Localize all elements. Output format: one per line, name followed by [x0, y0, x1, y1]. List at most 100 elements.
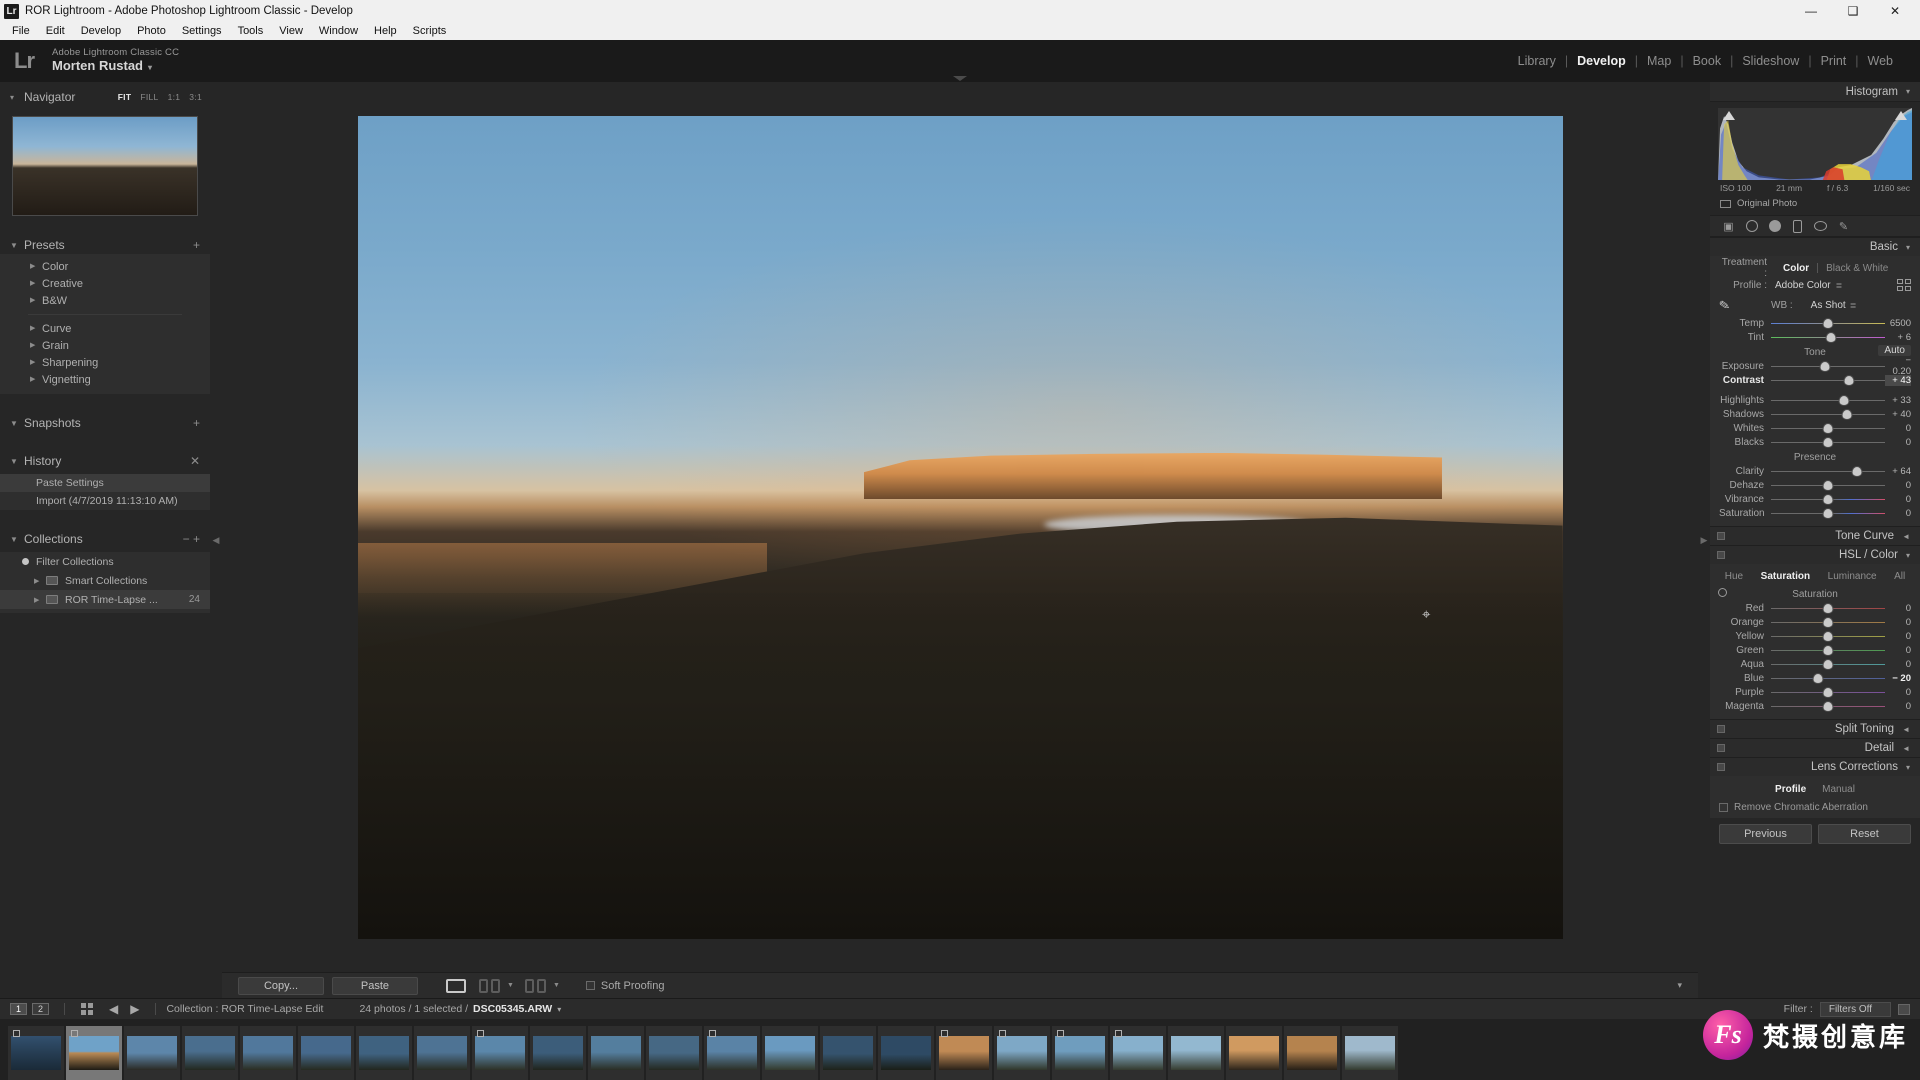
module-slideshow[interactable]: Slideshow	[1733, 54, 1808, 68]
slider-value[interactable]: 0	[1885, 494, 1911, 505]
slider-value[interactable]: 0	[1885, 631, 1911, 642]
slider-track-area[interactable]	[1771, 645, 1885, 656]
slider-knob[interactable]	[1823, 631, 1833, 641]
menu-item-view[interactable]: View	[271, 25, 311, 37]
crop-overlay-icon[interactable]: ▣	[1722, 220, 1735, 233]
filmstrip-thumbnail[interactable]	[530, 1026, 586, 1080]
preset-group-color[interactable]: ▶ Color	[0, 258, 210, 275]
slider-value[interactable]: 0	[1885, 687, 1911, 698]
clear-history-button[interactable]: ✕	[190, 455, 200, 467]
module-web[interactable]: Web	[1859, 54, 1902, 68]
preset-group-grain[interactable]: ▶ Grain	[0, 337, 210, 354]
soft-proofing-toggle[interactable]: Soft Proofing	[585, 980, 664, 992]
slider-knob[interactable]	[1842, 409, 1852, 419]
chevron-down-icon[interactable]: ▼	[10, 419, 18, 428]
chevron-right-icon[interactable]: ▶	[34, 577, 39, 585]
detail-header[interactable]: Detail ◄	[1710, 738, 1920, 757]
chevron-down-icon[interactable]: ▾	[557, 1005, 561, 1014]
slider-knob[interactable]	[1820, 361, 1830, 371]
slider-value[interactable]: 6500	[1885, 318, 1911, 329]
copy-button[interactable]: Copy...	[238, 976, 324, 995]
slider-value[interactable]: 0	[1885, 645, 1911, 656]
filmstrip-thumbnail[interactable]	[1342, 1026, 1398, 1080]
navigator-mode-1-1[interactable]: 1:1	[168, 92, 181, 102]
filmstrip-thumbnail[interactable]	[298, 1026, 354, 1080]
slider-track-area[interactable]	[1771, 673, 1885, 684]
slider-track-area[interactable]	[1771, 631, 1885, 642]
slider-value[interactable]: + 33	[1885, 395, 1911, 406]
lens-tab-manual[interactable]: Manual	[1822, 784, 1855, 795]
slider-knob[interactable]	[1823, 687, 1833, 697]
slider-exposure[interactable]: Exposure − 0.20	[1710, 355, 1920, 377]
filmstrip-thumbnail[interactable]	[1110, 1026, 1166, 1080]
filmstrip[interactable]	[0, 1019, 1920, 1080]
slider-track-area[interactable]	[1771, 508, 1885, 519]
highlight-clipping-icon[interactable]	[1895, 111, 1907, 120]
filmstrip-thumbnail[interactable]	[994, 1026, 1050, 1080]
collection-breadcrumb[interactable]: Collection : ROR Time-Lapse Edit	[166, 1003, 323, 1015]
preset-group-sharpening[interactable]: ▶ Sharpening	[0, 354, 210, 371]
hsl-tab-saturation[interactable]: Saturation	[1761, 571, 1810, 582]
paste-button[interactable]: Paste	[332, 976, 418, 995]
slider-value[interactable]: 0	[1885, 437, 1911, 448]
filmstrip-thumbnail[interactable]	[588, 1026, 644, 1080]
profile-stepper-icon[interactable]: ≣	[1836, 281, 1843, 290]
filmstrip-thumbnail[interactable]	[356, 1026, 412, 1080]
slider-knob[interactable]	[1823, 508, 1833, 518]
chevron-down-icon[interactable]: ▾	[1906, 763, 1910, 772]
filmstrip-thumbnail-selected[interactable]	[66, 1026, 122, 1080]
slider-value[interactable]: 0	[1885, 701, 1911, 712]
slider-highlights[interactable]: Highlights + 33	[1710, 393, 1920, 407]
slider-track-area[interactable]	[1771, 687, 1885, 698]
hsl-tab-all[interactable]: All	[1894, 571, 1905, 582]
slider-knob[interactable]	[1823, 659, 1833, 669]
add-snapshot-button[interactable]: +	[193, 417, 200, 429]
slider-track-area[interactable]	[1771, 375, 1885, 386]
slider-value[interactable]: 0	[1885, 423, 1911, 434]
filmstrip-thumbnail[interactable]	[1226, 1026, 1282, 1080]
slider-knob[interactable]	[1823, 645, 1833, 655]
filmstrip-thumbnail[interactable]	[124, 1026, 180, 1080]
slider-blacks[interactable]: Blacks 0	[1710, 435, 1920, 449]
hsl-color-header[interactable]: HSL / Color ▾	[1710, 545, 1920, 564]
chevron-left-icon[interactable]: ◄	[1902, 744, 1910, 753]
treatment-color-option[interactable]: Color	[1775, 263, 1817, 274]
remove-collection-button[interactable]: −	[183, 532, 190, 546]
module-book[interactable]: Book	[1684, 54, 1731, 68]
hsl-slider-green[interactable]: Green 0	[1710, 643, 1920, 657]
navigator-mode-fill[interactable]: FILL	[140, 92, 158, 102]
previous-photo-arrow-icon[interactable]: ◀	[109, 1002, 118, 1016]
slider-track-area[interactable]	[1771, 617, 1885, 628]
maximize-button[interactable]: ❑	[1832, 0, 1874, 22]
menu-item-file[interactable]: File	[4, 25, 38, 37]
slider-value[interactable]: + 43	[1885, 374, 1911, 386]
menu-item-window[interactable]: Window	[311, 25, 366, 37]
left-panel-collapse-handle[interactable]: ◀	[210, 82, 222, 998]
graduated-filter-icon[interactable]	[1791, 219, 1804, 233]
panel-switch-icon[interactable]	[1717, 763, 1725, 771]
slider-knob[interactable]	[1844, 375, 1854, 385]
slider-dehaze[interactable]: Dehaze 0	[1710, 478, 1920, 492]
chevron-down-icon[interactable]: ▾	[1906, 87, 1910, 96]
lens-tab-profile[interactable]: Profile	[1775, 784, 1806, 795]
slider-clarity[interactable]: Clarity + 64	[1710, 464, 1920, 478]
chevron-left-icon[interactable]: ◄	[1902, 725, 1910, 734]
slider-contrast[interactable]: Contrast + 43	[1710, 373, 1920, 387]
chevron-down-icon[interactable]: ▼	[553, 982, 560, 989]
before-after-lr-group[interactable]	[479, 978, 500, 993]
slider-track-area[interactable]	[1771, 603, 1885, 614]
profile-browser-icon[interactable]	[1897, 279, 1911, 291]
shadow-clipping-icon[interactable]	[1723, 111, 1735, 120]
slider-track-area[interactable]	[1771, 361, 1885, 372]
right-panel-collapse-handle[interactable]: ▶	[1698, 82, 1710, 998]
slider-vibrance[interactable]: Vibrance 0	[1710, 492, 1920, 506]
panel-switch-icon[interactable]	[1717, 744, 1725, 752]
module-map[interactable]: Map	[1638, 54, 1680, 68]
slider-whites[interactable]: Whites 0	[1710, 421, 1920, 435]
chevron-down-icon[interactable]: ▼	[507, 982, 514, 989]
snapshots-header[interactable]: ▼ Snapshots +	[0, 414, 210, 432]
spot-removal-icon[interactable]	[1745, 220, 1758, 233]
image-canvas[interactable]: ⌖	[222, 82, 1698, 972]
module-library[interactable]: Library	[1509, 54, 1565, 68]
chevron-left-icon[interactable]: ◄	[1902, 532, 1910, 541]
